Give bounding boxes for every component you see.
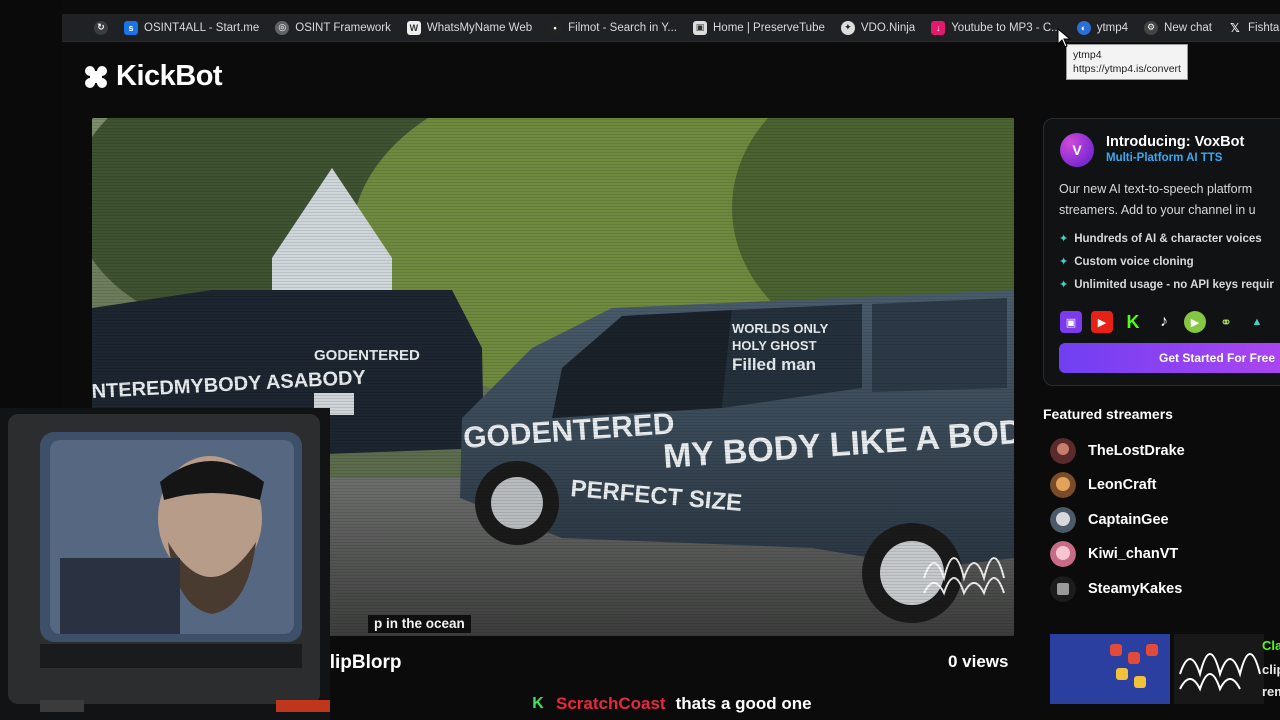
avatar: [1050, 576, 1076, 602]
filmot-icon: •: [548, 20, 563, 35]
bookmark-filmot[interactable]: • Filmot - Search in Y...: [540, 14, 685, 41]
bookmark-osint-framework[interactable]: ◎ OSINT Framework: [267, 14, 399, 41]
svg-text:WORLDS ONLY: WORLDS ONLY: [732, 321, 829, 336]
chat-text: thats a good one: [675, 694, 812, 713]
streamer-item[interactable]: LeonCraft: [1050, 472, 1156, 498]
kick-icon: K: [532, 695, 544, 712]
voxbot-description: Our new AI text-to-speech platform strea…: [1059, 179, 1280, 221]
svg-text:Filled man: Filled man: [732, 355, 816, 374]
ytmp4-icon: ◐: [1076, 20, 1091, 35]
twitch-icon: ▣: [1060, 311, 1082, 333]
mouse-cursor-icon: [1057, 28, 1071, 48]
bookmark-label: Youtube to MP3 - C...: [951, 21, 1061, 34]
edge-text: Cla: [1262, 638, 1280, 653]
bookmark-osint4all[interactable]: s OSINT4ALL - Start.me: [116, 14, 267, 41]
bookmark-reload[interactable]: ↻: [86, 14, 116, 41]
streamer-item[interactable]: SteamyKakes: [1050, 576, 1182, 602]
sparkle-icon: ✦: [1059, 256, 1069, 268]
streamer-name: SteamyKakes: [1088, 581, 1183, 597]
sparkle-icon: ✦: [1059, 233, 1069, 245]
feature-label: Unlimited usage - no API keys requir: [1074, 278, 1274, 291]
voxbot-promo-card: V Introducing: VoxBot Multi-Platform AI …: [1043, 118, 1280, 386]
link-icon: ⚭: [1220, 313, 1232, 330]
bookmark-label: VDO.Ninja: [860, 21, 916, 34]
bookmark-label: Filmot - Search in Y...: [568, 21, 677, 34]
bookmark-label: New chat: [1164, 21, 1212, 34]
bookmark-label: Fishtank: [1247, 21, 1280, 34]
kickbot-logo-icon: [82, 62, 110, 91]
apps-grid-icon[interactable]: [74, 20, 76, 36]
voxbot-subtitle: Multi-Platform AI TTS: [1106, 152, 1223, 164]
voxbot-description-line: Our new AI text-to-speech platform: [1059, 182, 1253, 196]
get-started-button[interactable]: Get Started For Free: [1059, 343, 1280, 373]
streamer-name: LeonCraft: [1088, 477, 1157, 493]
bookmark-new-chat[interactable]: ⚙ New chat: [1136, 14, 1220, 41]
featured-streamers-title: Featured streamers: [1043, 406, 1173, 422]
bookmarks-bar: ↻ s OSINT4ALL - Start.me ◎ OSINT Framework…: [62, 14, 1280, 42]
feature-label: Custom voice cloning: [1074, 255, 1194, 268]
clip-views: 0 views: [948, 652, 1009, 671]
youtube-icon: ▶: [1091, 311, 1113, 333]
streamer-item[interactable]: CaptainGee: [1050, 507, 1169, 533]
voxbot-logo-icon: V: [1060, 133, 1094, 167]
streamer-item[interactable]: TheLostDrake: [1050, 438, 1185, 464]
startme-icon: s: [124, 20, 138, 35]
voxbot-header: V Introducing: VoxBot Multi-Platform AI …: [1060, 133, 1244, 167]
avatar: [1050, 472, 1076, 498]
platform-icons: ▣ ▶ K ♪ ▶ ⚭ ▲ ▶: [1060, 311, 1280, 333]
tiktok-icon: ♪: [1160, 313, 1168, 330]
bookmark-label: OSINT Framework: [295, 21, 391, 34]
streamer-name: TheLostDrake: [1088, 443, 1185, 459]
webcam-overlay: [0, 408, 330, 720]
bookmark-youtube-mp3[interactable]: ↓ Youtube to MP3 - C...: [923, 14, 1069, 41]
edge-text: rem: [1262, 684, 1280, 699]
voxbot-feature: ✦ Custom voice cloning: [1059, 255, 1194, 269]
reload-icon: ↻: [94, 20, 108, 35]
kick-icon: K: [1126, 311, 1140, 332]
svg-text:GODENTERED: GODENTERED: [314, 347, 420, 364]
bookmark-whatsmyname[interactable]: W WhatsMyName Web: [399, 14, 540, 41]
bookmark-fishtank[interactable]: 𝕏 Fishtank: [1220, 14, 1280, 41]
streamer-name: Kiwi_chanVT: [1088, 546, 1179, 562]
avatar: [1050, 507, 1076, 533]
svg-text:HOLY GHOST: HOLY GHOST: [732, 338, 817, 353]
voxbot-feature: ✦ Hundreds of AI & character voices: [1059, 232, 1262, 246]
chatgpt-icon: ⚙: [1144, 20, 1159, 35]
preservetube-icon: ▣: [693, 20, 707, 35]
streamer-item[interactable]: Kiwi_chanVT: [1050, 541, 1178, 567]
feature-label: Hundreds of AI & character voices: [1074, 232, 1262, 245]
bookmark-preservetube[interactable]: ▣ Home | PreserveTube: [685, 14, 833, 41]
whatsmyname-icon: W: [406, 20, 421, 35]
bookmark-ytmp4[interactable]: ◐ ytmp4: [1069, 14, 1136, 41]
download-icon: ↓: [931, 20, 946, 35]
logo-text: KickBot: [116, 60, 223, 92]
bookmark-label: WhatsMyName Web: [426, 21, 533, 34]
video-caption: p in the ocean: [368, 615, 471, 633]
globe-icon: ◎: [275, 20, 290, 35]
bookmark-tooltip: ytmp4 https://ytmp4.is/convert: [1066, 44, 1188, 80]
sparkle-icon: ✦: [1059, 279, 1069, 291]
vdoninja-icon: ✦: [840, 20, 855, 35]
tooltip-title: ytmp4: [1073, 49, 1102, 61]
chat-username: ScratchCoast: [556, 694, 666, 713]
bookmark-label: Home | PreserveTube: [713, 21, 825, 34]
voxbot-title: Introducing: VoxBot: [1106, 134, 1245, 150]
clip-thumbnails: [1050, 634, 1264, 704]
edge-text: clip: [1262, 662, 1280, 677]
rumble-icon: ▶: [1184, 311, 1206, 333]
voxbot-feature: ✦ Unlimited usage - no API keys requir: [1059, 278, 1274, 292]
tooltip-url: https://ytmp4.is/convert: [1073, 63, 1181, 75]
x-icon: 𝕏: [1230, 20, 1240, 35]
bookmark-label: ytmp4: [1096, 21, 1129, 34]
bookmark-label: OSINT4ALL - Start.me: [144, 21, 260, 34]
voxbot-description-line: streamers. Add to your channel in u: [1059, 203, 1256, 217]
avatar: [1050, 541, 1076, 567]
kickbot-logo[interactable]: KickBot: [82, 60, 223, 93]
bot-icon: ▲: [1251, 316, 1263, 328]
streamer-name: CaptainGee: [1088, 512, 1169, 528]
chat-message: K ScratchCoast thats a good one: [530, 690, 812, 718]
bookmark-vdoninja[interactable]: ✦ VDO.Ninja: [833, 14, 923, 41]
avatar: [1050, 438, 1076, 464]
desktop-background: [0, 0, 62, 408]
